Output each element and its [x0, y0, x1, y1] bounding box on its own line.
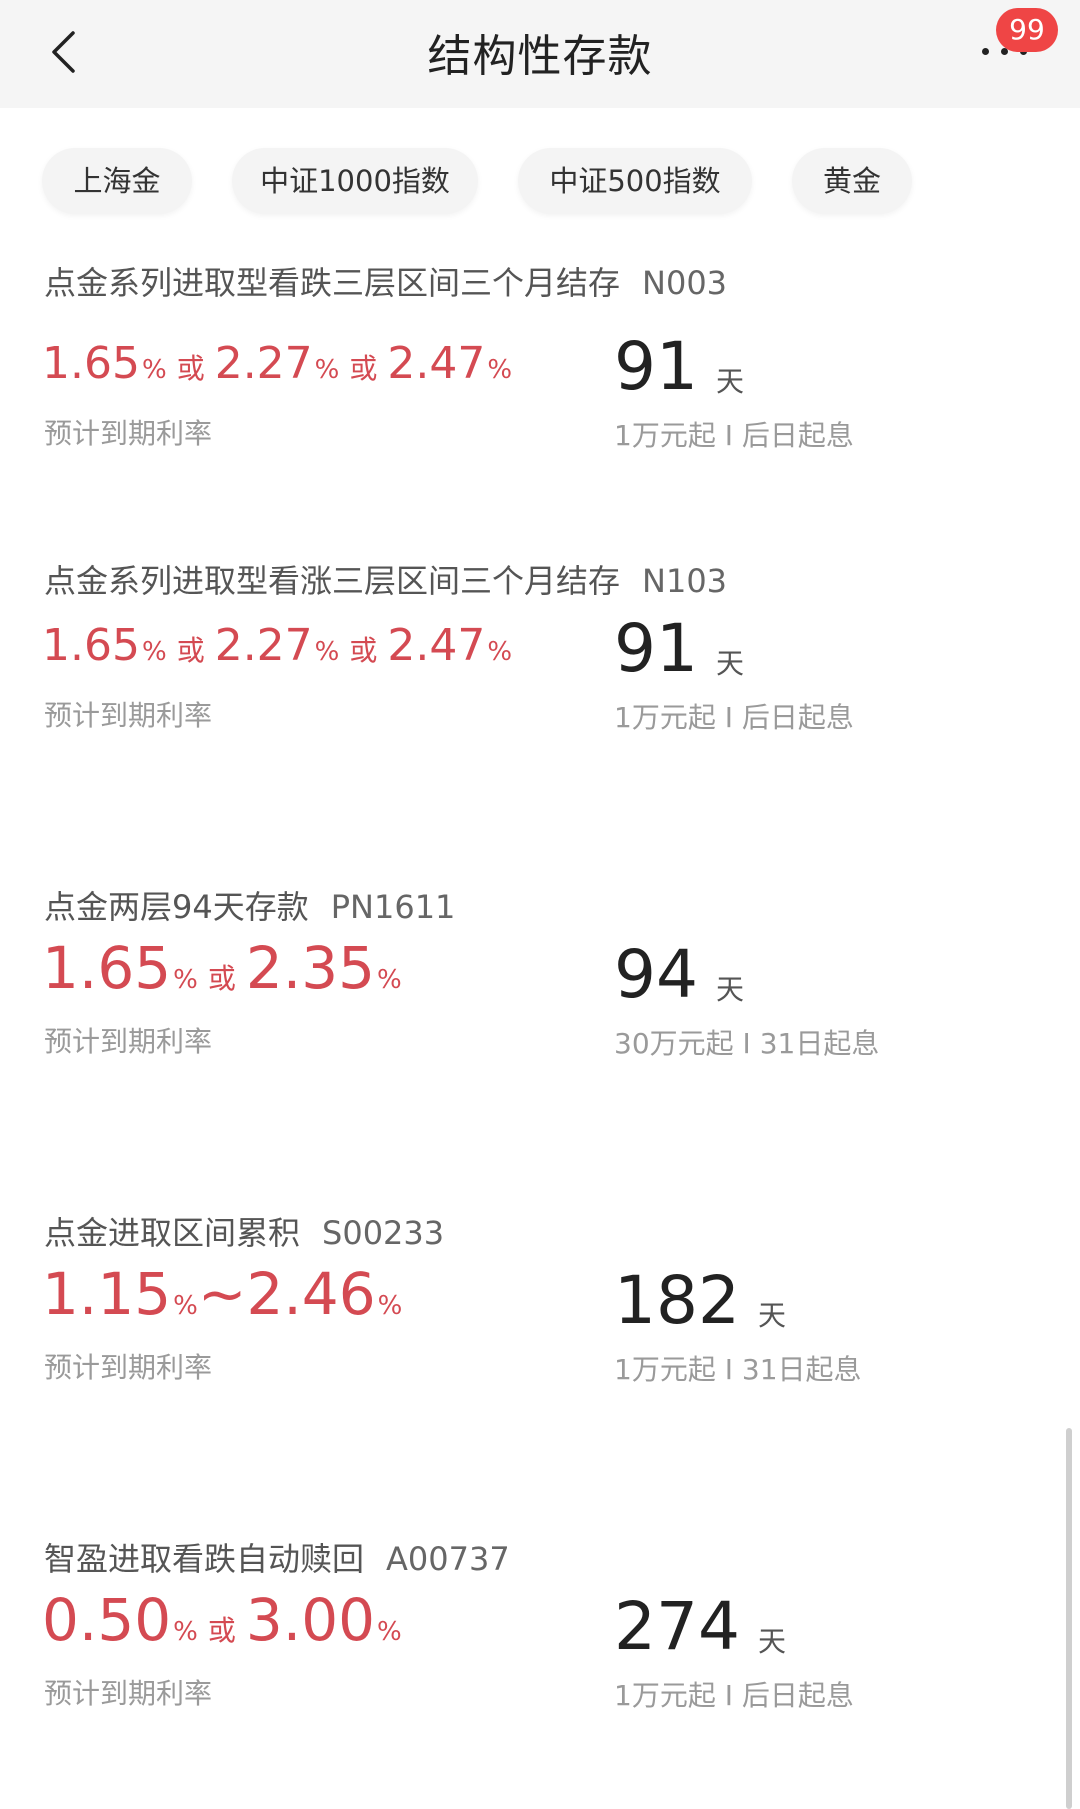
product-title: 智盈进取看跌自动赎回: [44, 1540, 365, 1578]
expected-rate: 1.15%~2.46%: [42, 1260, 402, 1328]
min-amount-start: 1万元起 I 后日起息: [614, 419, 854, 452]
screen: 结构性存款 99 上海金 中证1000指数 中证500指数 黄金 点金系列进取型…: [0, 0, 1080, 1809]
product-item[interactable]: 点金两层94天存款 PN1611 1.65% 或 2.35% 预计到期利率 94 天 3…: [0, 882, 1080, 1182]
rate-value: 2.27: [214, 338, 313, 389]
product-code: N003: [642, 264, 728, 302]
min-amount-start: 1万元起 I 31日起息: [614, 1353, 862, 1386]
expected-rate: 1.65% 或 2.27% 或 2.47%: [42, 620, 512, 671]
percent-sign: %: [141, 637, 167, 667]
product-code: S00233: [322, 1214, 445, 1252]
rate-value: 2.47: [387, 620, 486, 671]
notification-badge: 99: [996, 8, 1058, 52]
rate-value: 2.27: [214, 620, 313, 671]
rate-value: 2.46: [246, 1260, 376, 1328]
percent-sign: %: [173, 1617, 198, 1647]
percent-sign: %: [377, 1617, 402, 1647]
rate-value: 0.50: [42, 1586, 172, 1654]
product-title: 点金系列进取型看涨三层区间三个月结存: [44, 562, 621, 600]
product-title: 点金系列进取型看跌三层区间三个月结存: [44, 264, 621, 302]
chip-csi1000-index[interactable]: 中证1000指数: [232, 148, 478, 214]
term-days: 182 天: [614, 1262, 786, 1339]
rate-label: 预计到期利率: [44, 1025, 213, 1058]
rate-value: 1.15: [42, 1260, 172, 1328]
or-text: 或: [176, 352, 205, 385]
rate-value: 1.65: [42, 934, 172, 1002]
days-value: 182: [614, 1262, 740, 1339]
scrollbar[interactable]: [1066, 1428, 1072, 1809]
rate-label: 预计到期利率: [44, 699, 213, 732]
days-unit: 天: [715, 973, 744, 1006]
rate-value: 3.00: [245, 1586, 376, 1654]
product-name: 点金系列进取型看跌三层区间三个月结存 N003: [44, 258, 727, 304]
product-item[interactable]: 智盈进取看跌自动赎回 A00737 0.50% 或 3.00% 预计到期利率 274 天…: [0, 1534, 1080, 1809]
min-amount-start: 1万元起 I 后日起息: [614, 1679, 854, 1712]
top-bar: 结构性存款 99: [0, 0, 1080, 108]
days-unit: 天: [715, 365, 744, 398]
rate-label: 预计到期利率: [44, 1677, 213, 1710]
days-unit: 天: [757, 1625, 786, 1658]
chip-csi500-index[interactable]: 中证500指数: [518, 148, 752, 214]
percent-sign: %: [173, 1291, 198, 1321]
product-code: PN1611: [330, 888, 456, 926]
min-amount-start: 1万元起 I 后日起息: [614, 701, 854, 734]
percent-sign: %: [314, 637, 340, 667]
range-separator: ~: [197, 1260, 247, 1328]
rate-value: 1.65: [42, 620, 140, 671]
days-value: 91: [614, 610, 698, 687]
product-code: N103: [642, 562, 728, 600]
rate-value: 2.47: [387, 338, 486, 389]
term-days: 91 天: [614, 328, 744, 405]
or-text: 或: [349, 352, 378, 385]
or-text: 或: [207, 1614, 236, 1647]
expected-rate: 1.65% 或 2.27% 或 2.47%: [42, 338, 512, 389]
rate-label: 预计到期利率: [44, 1351, 213, 1384]
percent-sign: %: [141, 355, 167, 385]
expected-rate: 0.50% 或 3.00%: [42, 1586, 402, 1654]
product-item[interactable]: 点金进取区间累积 S00233 1.15%~2.46% 预计到期利率 182 天 1…: [0, 1208, 1080, 1508]
product-name: 点金系列进取型看涨三层区间三个月结存 N103: [44, 556, 727, 602]
or-text: 或: [176, 634, 205, 667]
percent-sign: %: [314, 355, 340, 385]
or-text: 或: [349, 634, 378, 667]
page-title: 结构性存款: [427, 31, 653, 82]
days-value: 274: [614, 1588, 740, 1665]
days-value: 91: [614, 328, 698, 405]
rate-value: 2.35: [245, 934, 376, 1002]
days-value: 94: [614, 936, 698, 1013]
percent-sign: %: [377, 965, 402, 995]
product-title: 点金两层94天存款: [44, 888, 309, 926]
min-amount-start: 30万元起 I 31日起息: [614, 1027, 880, 1060]
product-name: 智盈进取看跌自动赎回 A00737: [44, 1534, 510, 1580]
product-item[interactable]: 点金系列进取型看涨三层区间三个月结存 N103 1.65% 或 2.27% 或 2.47%…: [0, 556, 1080, 856]
percent-sign: %: [487, 637, 513, 667]
product-title: 点金进取区间累积: [44, 1214, 301, 1252]
product-name: 点金进取区间累积 S00233: [44, 1208, 444, 1254]
rate-value: 1.65: [42, 338, 140, 389]
rate-label: 预计到期利率: [44, 417, 213, 450]
days-unit: 天: [757, 1299, 786, 1332]
percent-sign: %: [487, 355, 513, 385]
product-item[interactable]: 点金系列进取型看跌三层区间三个月结存 N003 1.65% 或 2.27% 或 2.47%…: [0, 230, 1080, 530]
days-unit: 天: [715, 647, 744, 680]
term-days: 274 天: [614, 1588, 786, 1665]
term-days: 91 天: [614, 610, 744, 687]
chip-gold[interactable]: 黄金: [792, 148, 912, 214]
expected-rate: 1.65% 或 2.35%: [42, 934, 402, 1002]
or-text: 或: [207, 962, 236, 995]
percent-sign: %: [377, 1291, 403, 1321]
chip-shanghai-gold[interactable]: 上海金: [42, 148, 192, 214]
product-code: A00737: [386, 1540, 510, 1578]
percent-sign: %: [173, 965, 198, 995]
product-name: 点金两层94天存款 PN1611: [44, 882, 455, 928]
term-days: 94 天: [614, 936, 744, 1013]
